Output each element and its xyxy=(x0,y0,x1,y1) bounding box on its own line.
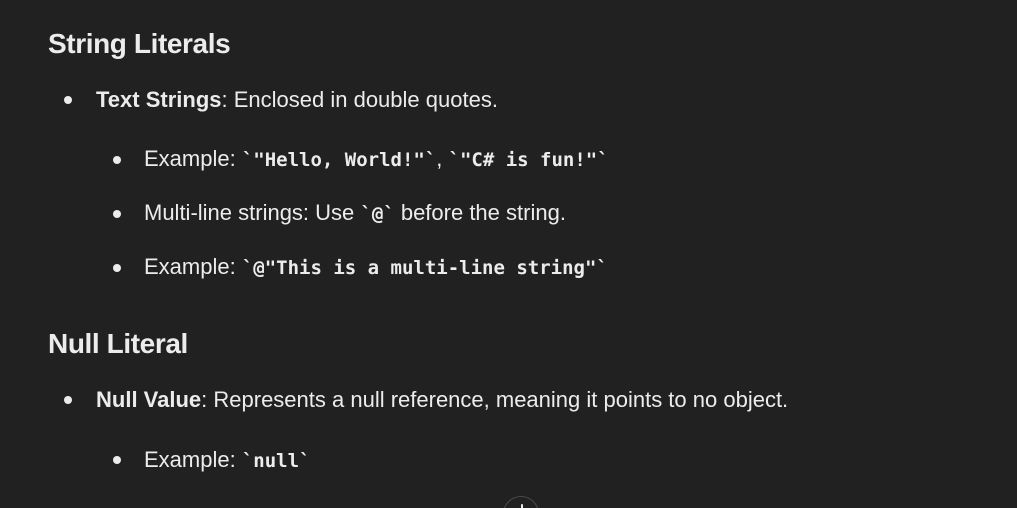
inline-code: `"Hello, World!"` xyxy=(241,149,437,171)
item-label: Text Strings xyxy=(96,87,222,112)
scroll-to-bottom-button[interactable] xyxy=(503,496,539,508)
item-text: : Enclosed in double quotes. xyxy=(221,87,498,112)
inline-code: `@"This is a multi-line string"` xyxy=(241,257,608,279)
inline-code: `"C# is fun!"` xyxy=(448,149,609,171)
item-text: Example: xyxy=(144,447,242,472)
bullet-icon xyxy=(113,210,121,218)
item-text: Example: xyxy=(144,254,242,279)
separator: , xyxy=(436,146,449,171)
heading-string-literals: String Literals xyxy=(48,28,231,59)
bullet-icon xyxy=(113,264,121,272)
bullet-icon xyxy=(113,456,121,464)
item-text: Example: xyxy=(144,146,242,171)
item-text: before the string. xyxy=(394,200,566,225)
item-label: Null Value xyxy=(96,387,202,412)
item-text: Multi-line strings: Use xyxy=(144,200,361,225)
heading-null-literal: Null Literal xyxy=(48,328,188,359)
bullet-icon xyxy=(113,156,121,164)
arrow-down-icon xyxy=(521,504,523,508)
item-text: : Represents a null reference, meaning i… xyxy=(201,387,789,412)
bullet-icon xyxy=(64,396,72,404)
inline-code: `null` xyxy=(241,450,311,472)
inline-code: `@` xyxy=(360,203,395,225)
bullet-icon xyxy=(64,96,72,104)
